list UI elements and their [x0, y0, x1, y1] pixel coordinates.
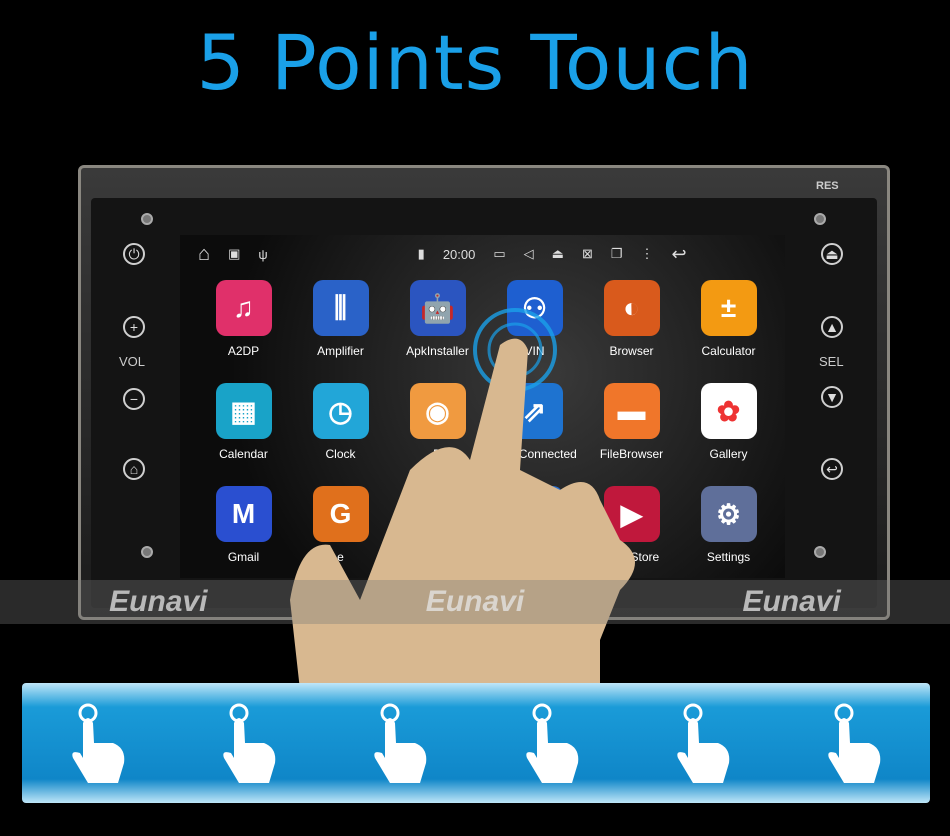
two-finger-tap-gesture-icon	[223, 703, 276, 783]
rotate-gesture-icon	[525, 703, 578, 783]
gesture-bar	[22, 683, 930, 803]
watermark-text: Eunavi	[109, 585, 208, 618]
watermark-text: Eunavi	[425, 585, 525, 618]
watermark-text: Eunavi	[742, 585, 841, 618]
tap-gesture-icon	[71, 703, 124, 783]
swipe-gesture-icon	[677, 703, 730, 783]
watermark-strip: Eunavi Eunavi Eunavi	[0, 580, 950, 624]
pinch-gesture-icon	[374, 703, 427, 783]
palm-rotate-gesture-icon	[828, 703, 881, 783]
